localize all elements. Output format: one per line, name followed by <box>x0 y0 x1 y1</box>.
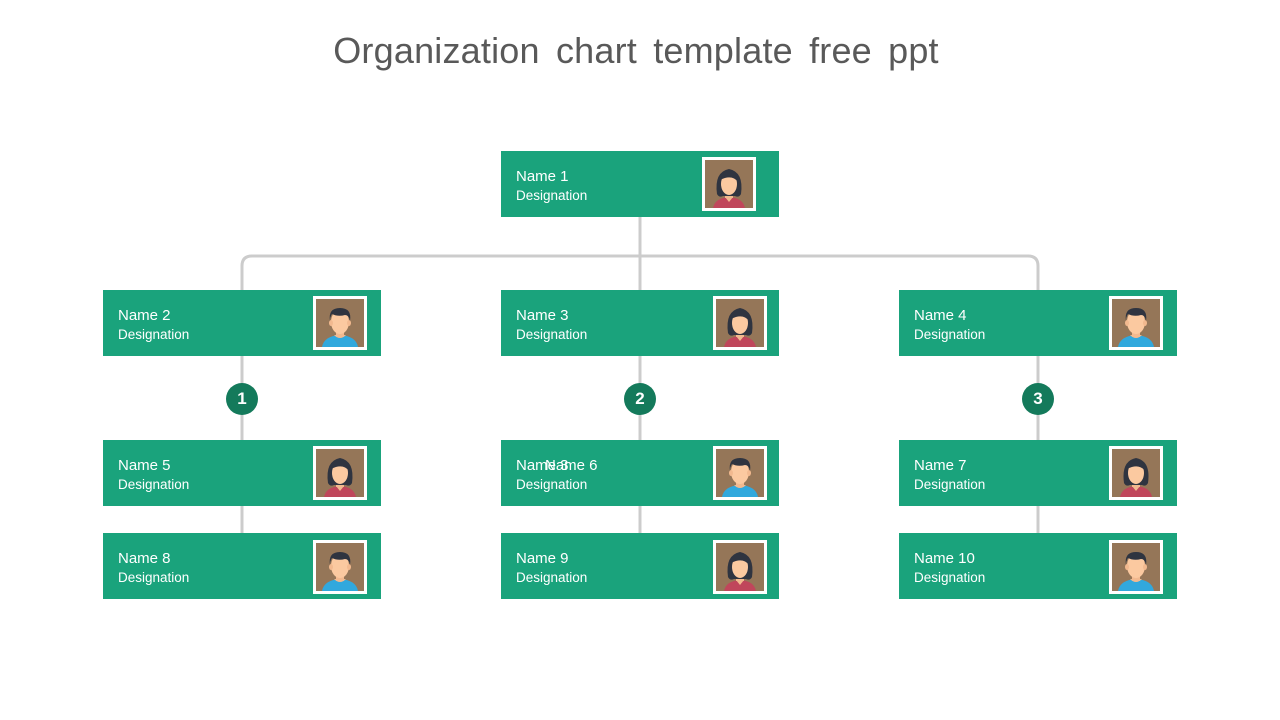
connector-lines <box>240 217 1040 533</box>
node-name: Name 10 <box>914 550 975 567</box>
node-name: Name 2 <box>118 307 171 324</box>
node-designation: Designation <box>118 477 190 492</box>
step-badge-2: 2 <box>624 383 656 415</box>
male-avatar-icon <box>1109 296 1163 350</box>
node-name: Name 8 <box>118 550 171 567</box>
female-avatar-icon <box>313 446 367 500</box>
node-name: Name 4 <box>914 307 967 324</box>
org-node-1[interactable]: Name 1 Designation <box>501 151 779 217</box>
male-avatar-icon <box>313 540 367 594</box>
node-designation: Designation <box>914 327 986 342</box>
org-node-7[interactable]: Name 7 Designation <box>899 440 1177 506</box>
node-designation: Designation <box>516 188 588 203</box>
node-name: Name 7 <box>914 457 967 474</box>
node-designation: Designation <box>118 327 190 342</box>
node-designation: Designation <box>118 570 190 585</box>
node-name: Name 6 <box>545 457 598 474</box>
org-node-9[interactable]: Name 9 Designation <box>501 533 779 599</box>
org-node-10[interactable]: Name 10 Designation <box>899 533 1177 599</box>
node-designation: Designation <box>516 477 588 492</box>
female-avatar-icon <box>1109 446 1163 500</box>
step-badge-3: 3 <box>1022 383 1054 415</box>
female-avatar-icon <box>713 540 767 594</box>
node-name: Name 1 <box>516 168 569 185</box>
org-node-3[interactable]: Name 3 Designation <box>501 290 779 356</box>
female-avatar-icon <box>713 296 767 350</box>
male-avatar-icon <box>313 296 367 350</box>
node-designation: Designation <box>914 570 986 585</box>
male-avatar-icon <box>1109 540 1163 594</box>
node-designation: Designation <box>516 327 588 342</box>
node-designation: Designation <box>516 570 588 585</box>
female-avatar-icon <box>702 157 756 211</box>
male-avatar-icon <box>713 446 767 500</box>
org-node-5[interactable]: Name 5 Designation <box>103 440 381 506</box>
node-name: Name 5 <box>118 457 171 474</box>
step-badge-1: 1 <box>226 383 258 415</box>
org-node-8[interactable]: Name 8 Designation <box>103 533 381 599</box>
org-node-6[interactable]: Name 3 Name 6 Designation <box>501 440 779 506</box>
org-node-4[interactable]: Name 4 Designation <box>899 290 1177 356</box>
node-name: Name 9 <box>516 550 569 567</box>
node-designation: Designation <box>914 477 986 492</box>
node-name: Name 3 <box>516 307 569 324</box>
org-node-2[interactable]: Name 2 Designation <box>103 290 381 356</box>
